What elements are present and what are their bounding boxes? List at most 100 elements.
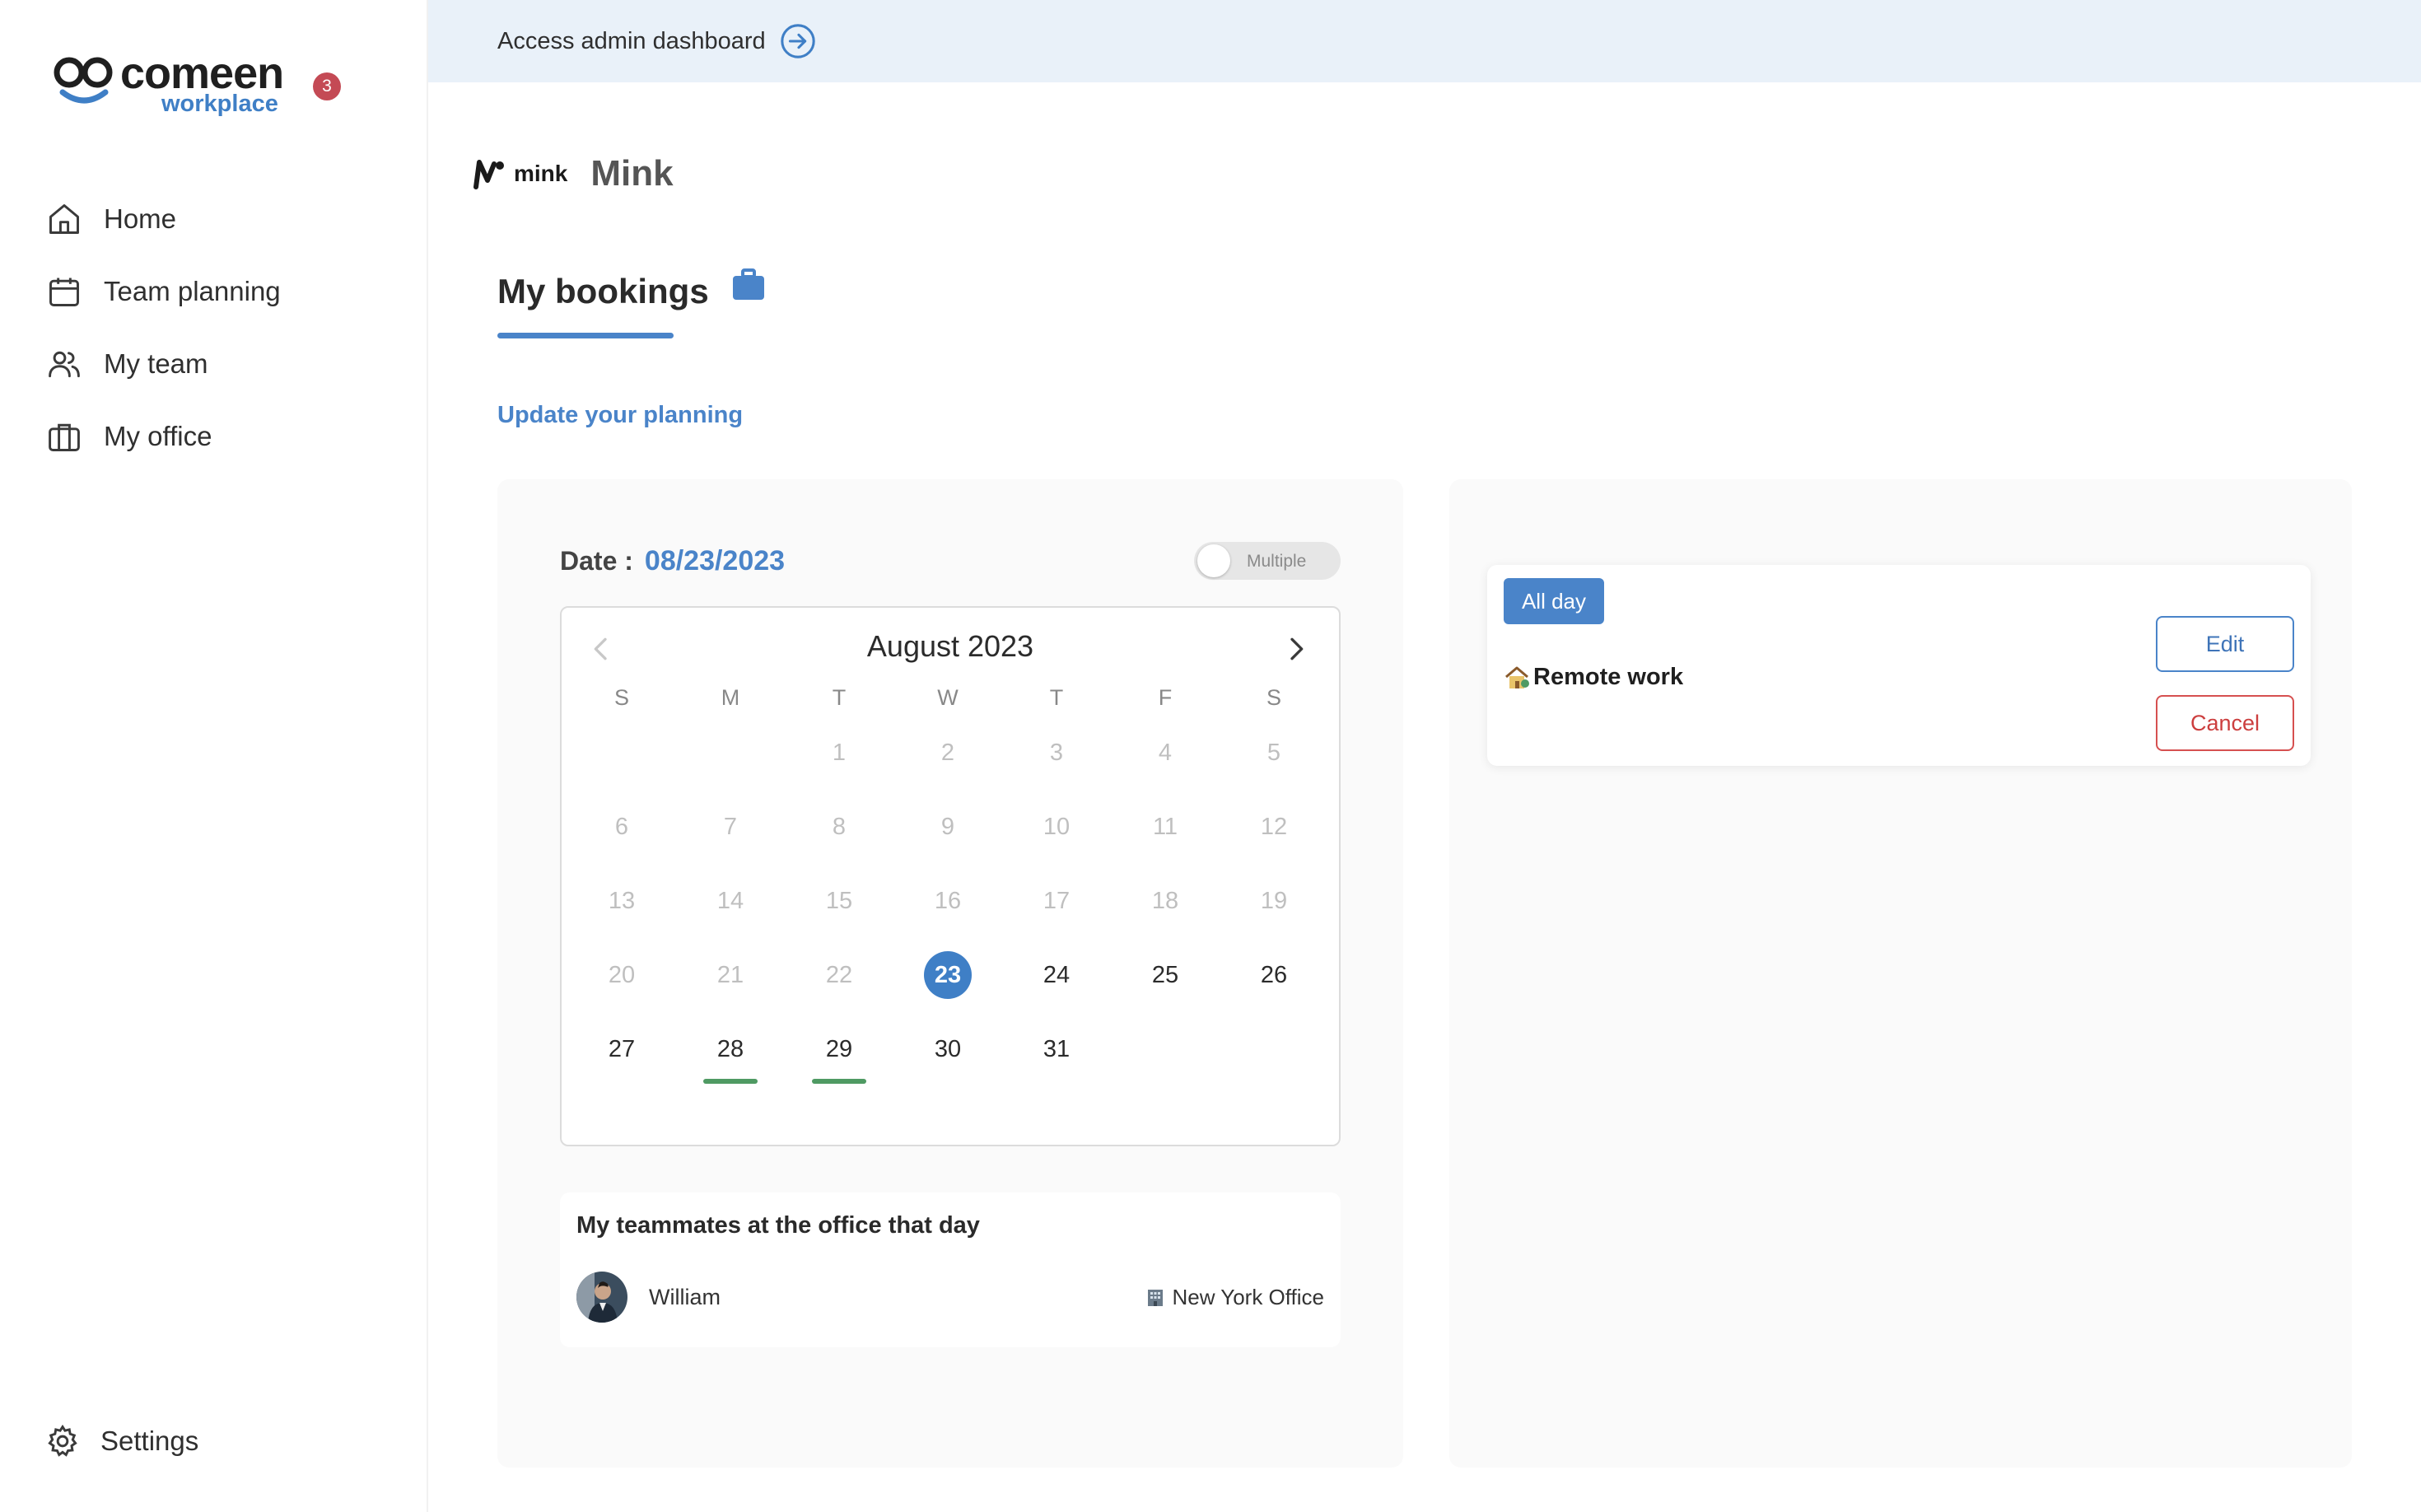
mink-logo-icon — [473, 160, 504, 189]
users-icon — [49, 351, 80, 378]
sidebar-item-label: Home — [104, 203, 177, 234]
weekday-label: M — [721, 685, 740, 710]
teammate-row[interactable]: William New York Office — [576, 1272, 1324, 1324]
calendar-day-13: 13 — [608, 888, 636, 914]
brand-name: comeen — [120, 49, 284, 98]
calendar-day-22: 22 — [825, 962, 853, 988]
office-building-icon — [1148, 1289, 1164, 1306]
weekday-label: F — [1158, 685, 1173, 710]
date-value: 08/23/2023 — [644, 545, 786, 576]
chevron-right-icon[interactable] — [1280, 632, 1313, 665]
home-icon — [49, 204, 79, 234]
calendar-day-25[interactable]: 25 — [1111, 950, 1220, 1000]
calendar-day-9: 9 — [940, 814, 955, 840]
calendar-day-27[interactable]: 27 — [567, 1024, 676, 1074]
briefcase-icon — [733, 268, 764, 300]
sidebar-item-settings[interactable]: Settings — [44, 1423, 198, 1459]
sidebar-item-label: Team planning — [104, 276, 281, 306]
teammate-name: William — [649, 1285, 721, 1309]
date-label: Date : — [560, 546, 633, 576]
cancel-button[interactable]: Cancel — [2156, 695, 2294, 751]
calendar-day-8: 8 — [832, 814, 847, 840]
calendar-day-17: 17 — [1043, 888, 1071, 914]
calendar-day-1: 1 — [832, 740, 847, 766]
comeen-logo[interactable]: comeen workplace — [51, 48, 298, 117]
sidebar-item-my-office[interactable]: My office — [46, 400, 281, 473]
calendar-day-10: 10 — [1043, 814, 1071, 840]
office-name: New York Office — [1172, 1285, 1324, 1309]
tab-underline — [497, 333, 674, 338]
calendar-panel: Date : 08/23/2023 Multiple August 2023 S… — [497, 479, 1403, 1468]
update-planning-link[interactable]: Update your planning — [497, 402, 743, 429]
calendar-day-28[interactable]: 28 — [676, 1024, 785, 1084]
arrow-right-circle-icon[interactable] — [779, 22, 817, 60]
calendar-day-5: 5 — [1266, 740, 1281, 766]
booking-panel: All day Remote work Edit Cancel — [1449, 479, 2352, 1468]
booking-type-label: Remote work — [1533, 664, 1684, 690]
briefcase-icon — [49, 423, 80, 451]
sidebar-item-home[interactable]: Home — [46, 183, 281, 255]
page-title: My bookings — [497, 272, 709, 310]
admin-banner: Access admin dashboard — [428, 0, 2421, 82]
calendar-day-26[interactable]: 26 — [1220, 950, 1328, 1000]
date-display: Date : 08/23/2023 — [560, 545, 785, 577]
all-day-badge: All day — [1504, 578, 1604, 624]
weekday-label: S — [1266, 685, 1281, 710]
teammates-title: My teammates at the office that day — [576, 1212, 980, 1239]
org-header: mink Mink — [473, 153, 674, 194]
org-name: Mink — [590, 153, 674, 194]
calendar-day-2: 2 — [940, 740, 955, 766]
calendar-day-18: 18 — [1151, 888, 1179, 914]
house-icon — [1505, 666, 1529, 688]
sidebar: comeen workplace 3 Home Team planning My… — [0, 0, 428, 1512]
calendar-day-11: 11 — [1152, 814, 1178, 840]
sidebar-item-label: My office — [104, 421, 212, 451]
sidebar-item-label: My team — [104, 348, 208, 379]
calendar-day-7: 7 — [723, 814, 738, 840]
calendar-day-30[interactable]: 30 — [893, 1024, 1002, 1074]
teammate-office: New York Office — [1145, 1285, 1324, 1310]
settings-label: Settings — [100, 1426, 199, 1456]
booking-type: Remote work — [1504, 664, 1683, 691]
calendar-day-12: 12 — [1260, 814, 1288, 840]
toggle-knob — [1197, 544, 1230, 577]
sidebar-item-my-team[interactable]: My team — [46, 328, 281, 400]
calendar-day-29[interactable]: 29 — [785, 1024, 893, 1084]
toggle-label: Multiple — [1247, 552, 1307, 571]
booking-indicator — [812, 1079, 866, 1084]
edit-button[interactable]: Edit — [2156, 616, 2294, 672]
weekday-label: W — [937, 685, 959, 710]
avatar-image — [576, 1272, 627, 1323]
notification-badge[interactable]: 3 — [313, 72, 341, 100]
booking-indicator — [703, 1079, 758, 1084]
gear-icon — [48, 1424, 77, 1457]
weekday-label: S — [613, 685, 629, 710]
calendar-month-label: August 2023 — [866, 629, 1034, 663]
booking-card: All day Remote work Edit Cancel — [1487, 565, 2311, 766]
calendar-day-14: 14 — [716, 888, 744, 914]
calendar-day-19: 19 — [1260, 888, 1288, 914]
weekday-label: T — [832, 685, 847, 710]
weekday-label: T — [1049, 685, 1064, 710]
calendar-day-3: 3 — [1049, 740, 1064, 766]
teammates-card: My teammates at the office that day Will… — [560, 1192, 1341, 1347]
multiple-toggle[interactable]: Multiple — [1194, 542, 1341, 580]
calendar-day-16: 16 — [934, 888, 962, 914]
sidebar-nav: Home Team planning My team My office — [46, 183, 281, 473]
calendar-day-24[interactable]: 24 — [1002, 950, 1111, 1000]
calendar-day-20: 20 — [608, 962, 636, 988]
brand-sub: workplace — [161, 91, 278, 117]
calendar-day-21: 21 — [716, 962, 744, 988]
calendar-day-4: 4 — [1158, 740, 1173, 766]
avatar — [576, 1272, 627, 1323]
comeen-logo-icon — [54, 57, 113, 104]
calendar: August 2023 S M T W T F S 1 2 3 4 5 6 7 8 9 10 11 12 13 14 15… — [560, 606, 1341, 1146]
sidebar-item-team-planning[interactable]: Team planning — [46, 255, 281, 328]
admin-dashboard-link[interactable]: Access admin dashboard — [497, 28, 766, 55]
calendar-day-15: 15 — [825, 888, 853, 914]
calendar-day-6: 6 — [614, 814, 629, 840]
calendar-day-23[interactable]: 23 — [893, 950, 1002, 1000]
org-logo: mink — [473, 157, 567, 190]
org-logo-text: mink — [514, 161, 568, 186]
calendar-day-31[interactable]: 31 — [1002, 1024, 1111, 1074]
